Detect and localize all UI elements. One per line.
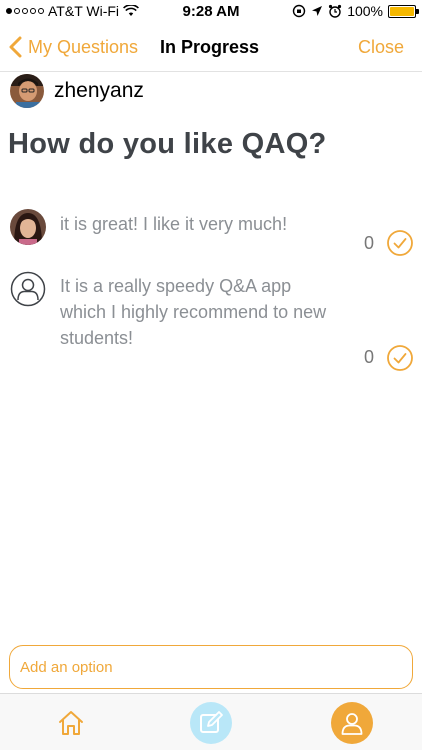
chevron-left-icon [9, 36, 22, 58]
option-item: It is a really speedy Q&A app which I hi… [10, 271, 414, 375]
question-author: zhenyanz [10, 74, 144, 108]
option-text: It is a really speedy Q&A app which I hi… [60, 276, 327, 348]
back-button[interactable]: My Questions [8, 36, 138, 58]
add-option-input[interactable]: Add an option [9, 645, 413, 689]
question-title: How do you like QAQ? [8, 128, 327, 160]
vote-check-icon[interactable] [386, 229, 414, 257]
option-text: it is great! I like it very much! [60, 214, 288, 234]
battery-percent: 100% [347, 3, 383, 19]
location-icon [312, 6, 323, 16]
profile-icon [341, 713, 363, 735]
nav-bar: My Questions In Progress Close [0, 24, 422, 72]
page-title: In Progress [160, 37, 260, 57]
back-button-label: My Questions [28, 36, 139, 57]
tab-compose[interactable] [190, 702, 232, 744]
vote-check-icon[interactable] [386, 344, 414, 372]
compose-icon [200, 711, 223, 733]
rotation-lock-icon [292, 4, 306, 18]
vote-count: 0 [363, 233, 374, 253]
tab-home[interactable] [50, 702, 92, 744]
author-avatar[interactable] [10, 74, 44, 108]
home-icon [59, 711, 83, 735]
option-author-avatar[interactable] [10, 209, 46, 245]
status-right: 100% [292, 3, 419, 19]
status-bar: AT&T Wi-Fi 9:28 AM 100% [0, 0, 422, 24]
battery-icon [388, 4, 419, 18]
alarm-icon [329, 4, 342, 18]
option-item: it is great! I like it very much! 0 [10, 209, 414, 269]
tab-profile[interactable] [331, 702, 373, 744]
close-button[interactable]: Close [358, 37, 404, 58]
vote-count: 0 [363, 347, 374, 367]
tab-bar [0, 693, 422, 750]
author-name: zhenyanz [54, 79, 144, 102]
option-author-avatar[interactable] [10, 271, 46, 307]
